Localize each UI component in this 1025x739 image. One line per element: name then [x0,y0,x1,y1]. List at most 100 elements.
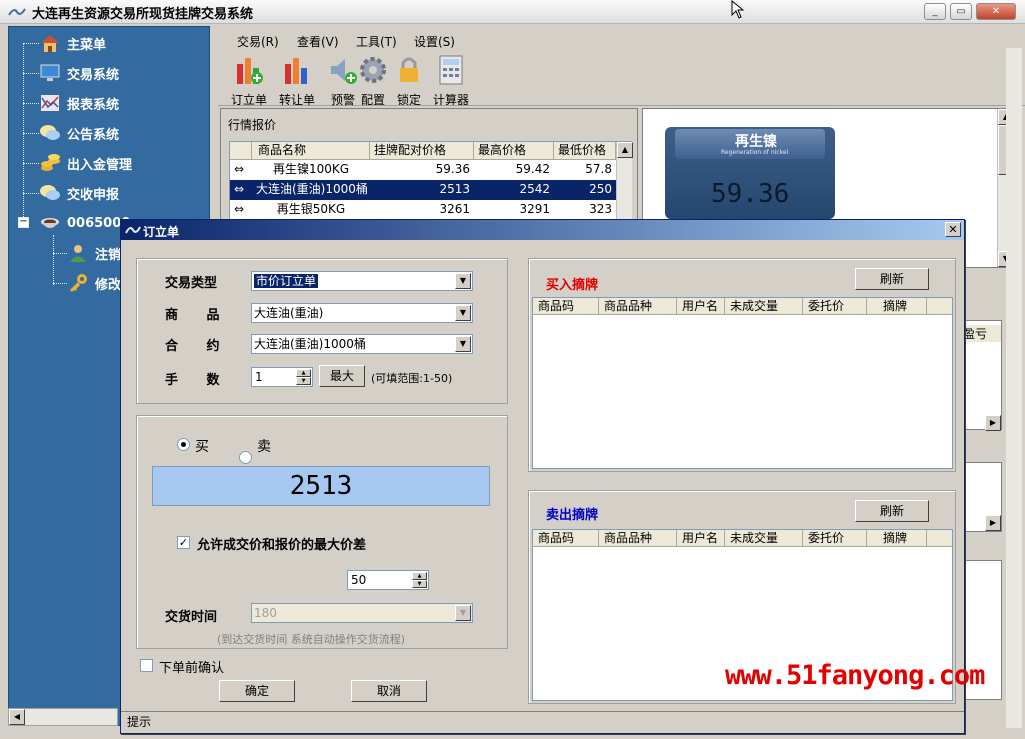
column-header[interactable]: 挂牌配对价格 [370,142,474,159]
monitor-icon [40,64,60,81]
sidebar-item-modify[interactable]: 修改 [67,272,121,294]
product-card: 再生镍 Regeneration of nickel 59.36 [665,127,835,219]
menu-tools[interactable]: 工具(T) [356,33,397,50]
menu-trade[interactable]: 交易(R) [237,33,279,50]
column-header[interactable]: 商品名称 [252,142,370,159]
sidebar-hscrollbar[interactable]: ◀ [8,708,118,726]
column-header[interactable]: 委托价 [803,530,867,546]
contract-select[interactable]: 大连油(重油)1000桶 ▼ [251,334,473,354]
scroll-up-icon[interactable]: ▲ [617,142,633,158]
scroll-right-icon[interactable]: ▶ [985,415,1001,431]
bar-chart-icon [285,58,307,84]
chart-report-icon [41,95,59,111]
column-header[interactable]: 最高价格 [474,142,554,159]
column-header[interactable]: 未成交量 [725,298,803,314]
buy-list: 商品码 商品品种 用户名 未成交量 委托价 摘牌 [532,297,953,469]
table-row[interactable]: ⇔ 再生镍100KG 59.36 59.42 57.8 [230,160,631,180]
maximize-button[interactable]: ▭ [950,3,972,20]
tree-collapse-toggle[interactable]: − [18,217,29,228]
table-row[interactable]: ⇔ 再生银50KG 3261 3291 323 [230,200,631,220]
order-dialog: 订立单 ✕ 交易类型 市价订立单 ▼ 商 品 大连油(重油) ▼ 合 约 大连油… [120,219,965,734]
dialog-close-button[interactable]: ✕ [945,222,961,237]
product-select[interactable]: 大连油(重油) ▼ [251,303,473,323]
gear-icon [360,57,386,83]
max-button[interactable]: 最大 [319,365,365,387]
sidebar-item-logout[interactable]: 注销 [67,242,121,264]
sidebar-item-label: 注销 [95,247,122,263]
user-icon [70,245,86,262]
menu-settings[interactable]: 设置(S) [414,33,455,50]
tool-calculator[interactable]: 计算器 [428,52,474,107]
price-diff-stepper[interactable]: 50 ▲ ▼ [347,570,429,590]
menu-view[interactable]: 查看(V) [297,33,339,50]
quotes-title: 行情报价 [228,118,277,132]
buy-refresh-button[interactable]: 刷新 [855,268,929,290]
contract-label: 合 约 [165,339,232,354]
tool-transfer-order[interactable]: 转让单 [274,52,320,107]
column-header[interactable]: 未成交量 [725,530,803,546]
app-logo-icon [8,8,26,16]
sidebar-item-account[interactable]: 0065000 [39,212,130,234]
sell-list-title: 卖出摘牌 [546,508,599,523]
sidebar-item-report-system[interactable]: 报表系统 [39,92,119,114]
column-header[interactable]: 商品品种 [599,530,677,546]
menu-bar: 交易(R) 查看(V) 工具(T) 设置(S) [218,28,1025,52]
column-header[interactable]: 委托价 [803,298,867,314]
cell-price: 2513 [439,182,470,196]
sidebar-item-announcement-system[interactable]: 公告系统 [39,122,119,144]
spin-down-icon[interactable]: ▼ [296,377,311,385]
quotes-grid-header: 商品名称 挂牌配对价格 最高价格 最低价格 [230,142,631,160]
sidebar-item-fund-management[interactable]: 出入金管理 [39,152,132,174]
column-header[interactable]: 最低价格 [554,142,616,159]
cell-high: 2542 [519,182,550,196]
lock-icon [400,57,418,82]
scroll-right-icon[interactable]: ▶ [985,515,1001,531]
coins-icon [41,154,60,171]
sidebar-item-trading-system[interactable]: 交易系统 [39,62,119,84]
tool-place-order[interactable]: 订立单 [226,52,272,107]
column-header[interactable]: 商品品种 [599,298,677,314]
confirm-before-checkbox[interactable] [140,659,153,672]
close-button[interactable]: ✕ [976,3,1016,20]
table-row[interactable]: ⇔ 大连油(重油)1000桶 2513 2542 250 [230,180,631,200]
coffee-cup-icon [41,218,59,228]
cell-name: 大连油(重油)1000桶 [256,182,368,196]
scroll-left-icon[interactable]: ◀ [9,709,25,725]
orders-panel: ▶ [962,462,1002,532]
quantity-stepper[interactable]: 1 ▲ ▼ [251,367,313,387]
product-subtitle: Regeneration of nickel [721,149,789,156]
chevron-down-icon[interactable]: ▼ [455,273,471,289]
spin-up-icon[interactable]: ▲ [296,369,311,377]
quotes-vscrollbar[interactable]: ▲ [616,142,633,228]
positions-panel: 盈亏 ▶ [962,320,1002,431]
bar-chart-add-icon [237,58,263,84]
delivery-time-select[interactable]: 180 ▼ [251,603,473,623]
column-header[interactable]: 摘牌 [867,298,927,314]
buy-radio[interactable] [177,438,190,451]
ok-button[interactable]: 确定 [219,680,295,702]
sell-refresh-button[interactable]: 刷新 [855,500,929,522]
spin-down-icon[interactable]: ▼ [412,580,427,588]
allow-diff-checkbox[interactable]: ✓ [177,536,190,549]
cancel-button[interactable]: 取消 [351,680,427,702]
trade-type-select[interactable]: 市价订立单 ▼ [251,271,473,291]
sell-radio[interactable] [239,451,252,464]
trade-type-label: 交易类型 [165,276,218,291]
main-vscrollbar[interactable] [1006,48,1022,728]
tool-lock[interactable]: 锁定 [386,52,432,107]
column-header[interactable]: 用户名 [677,530,725,546]
column-header[interactable]: 商品码 [533,298,599,314]
column-header[interactable]: 用户名 [677,298,725,314]
spin-up-icon[interactable]: ▲ [412,572,427,580]
sidebar-item-main-menu[interactable]: 主菜单 [39,32,106,54]
minimize-button[interactable]: _ [924,3,946,20]
sidebar-item-delivery-declaration[interactable]: 交收申报 [39,182,119,204]
column-header[interactable]: 商品码 [533,530,599,546]
dialog-titlebar: 订立单 ✕ [121,220,964,240]
column-header[interactable]: 摘牌 [867,530,927,546]
price-display: 2513 [152,466,490,506]
chevron-down-icon[interactable]: ▼ [455,305,471,321]
chevron-down-icon[interactable]: ▼ [455,336,471,352]
cell-name: 再生银50KG [276,202,346,216]
delivery-time-value: 180 [254,606,277,620]
